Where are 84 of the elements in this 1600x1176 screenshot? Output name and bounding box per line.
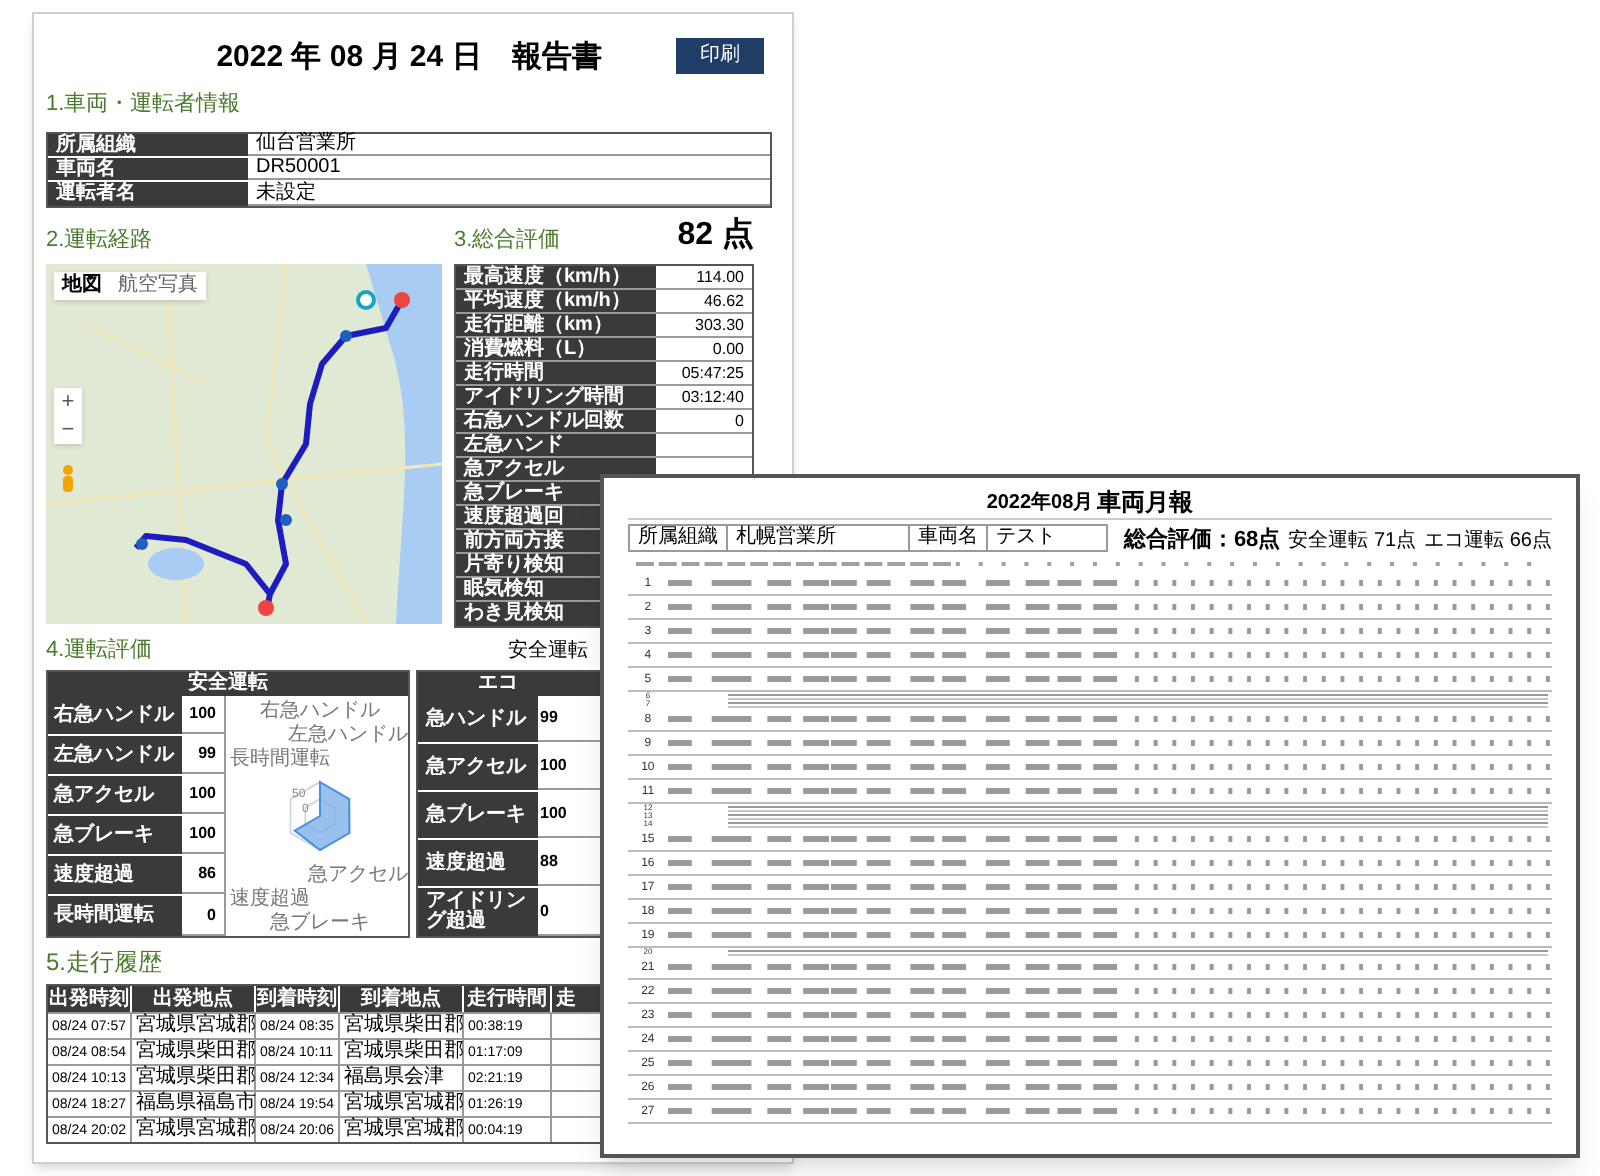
radar-axis-label: 急アクセル bbox=[308, 864, 408, 886]
total-score: 82 点 bbox=[677, 220, 754, 252]
table-header-cell: アイドリング超過 bbox=[418, 888, 538, 936]
table-cell: 99 bbox=[182, 736, 224, 774]
table-header-cell: 車両名 bbox=[48, 158, 248, 180]
table-header-cell: 平均速度（km/h） bbox=[456, 290, 656, 312]
table-header-cell: 消費燃料（L） bbox=[456, 338, 656, 360]
table-header-cell: 左急ハンド bbox=[456, 434, 656, 456]
table-cell-text: 0 bbox=[733, 410, 746, 432]
section-heading: 2.運転経路 bbox=[46, 226, 155, 252]
table-cell: 宮城県宮城郡 bbox=[132, 1014, 256, 1038]
chart-legend-label: 安全運転 bbox=[508, 642, 588, 662]
table-header-cell: アイドリング時間 bbox=[456, 386, 656, 408]
section-heading: 5.走行履歴 bbox=[46, 950, 163, 974]
table-cell: 宮城県宮城郡 bbox=[340, 1092, 464, 1116]
table-header-cell: 急ブレーキ bbox=[418, 792, 538, 838]
radar-axis-label: 長時間運転 bbox=[230, 748, 330, 770]
table-cell: 宮城県柴田郡 bbox=[132, 1040, 256, 1064]
table-header-cell: 所属組織 bbox=[48, 134, 248, 156]
table-header-cell: 速度超過 bbox=[418, 840, 538, 886]
table-cell-text: 0.00 bbox=[710, 338, 746, 360]
table-header-cell: 安全運転 bbox=[48, 672, 408, 696]
table-header-cell: 急アクセル bbox=[418, 744, 538, 790]
table-header-cell: 運転者名 bbox=[48, 182, 248, 206]
table-cell-text: 03:12:40 bbox=[679, 386, 746, 408]
table-header-cell: 最高速度（km/h） bbox=[456, 266, 656, 288]
eco-score: エコ運転 66点 bbox=[1424, 532, 1552, 552]
section-heading: 1.車両・運転者情報 bbox=[46, 94, 243, 116]
table-cell: 宮城県柴田郡 bbox=[340, 1014, 464, 1038]
table-header-cell: 走行時間 bbox=[456, 362, 656, 384]
table-cell-text: 05:47:25 bbox=[679, 362, 746, 384]
table-header-cell: 右急ハンドル回数 bbox=[456, 410, 656, 432]
table-cell: 100 bbox=[181, 696, 224, 734]
person-icon[interactable] bbox=[58, 464, 78, 492]
table-cell: DR50001 bbox=[248, 158, 770, 180]
table-cell: 福島県会津 bbox=[340, 1066, 464, 1090]
zoom-in-button[interactable]: + bbox=[54, 388, 82, 416]
table-cell: 福島県福島市 bbox=[132, 1092, 256, 1116]
table-cell: 宮城県柴田郡 bbox=[132, 1066, 256, 1090]
table-header-cell: 急アクセル bbox=[48, 776, 182, 814]
table-cell: 仙台営業所 bbox=[248, 134, 770, 156]
map-type-tab[interactable]: 地図 bbox=[54, 272, 110, 300]
total-score: 総合評価：68点 bbox=[1123, 530, 1281, 552]
section-heading: 4.運転評価 bbox=[46, 640, 155, 662]
table-cell: 宮城県宮城郡 bbox=[132, 1118, 256, 1142]
report-month: 2022年08月 bbox=[986, 494, 1094, 514]
column-header: 到着地点 bbox=[340, 986, 464, 1012]
table-cell: 未設定 bbox=[248, 182, 770, 206]
table-cell: 宮城県宮城郡 bbox=[340, 1118, 464, 1142]
zoom-out-button[interactable]: − bbox=[54, 416, 82, 444]
radar-axis-label: 急ブレーキ bbox=[270, 912, 370, 934]
table-header-cell: 車両名 bbox=[908, 526, 986, 550]
table-cell: テスト bbox=[986, 526, 1106, 550]
section-heading: 3.総合評価 bbox=[454, 230, 561, 252]
table-cell: 100 bbox=[181, 816, 224, 854]
table-cell: 86 bbox=[182, 856, 224, 894]
table-cell-text: 46.62 bbox=[701, 290, 746, 312]
table-header-cell: 所属組織 bbox=[630, 526, 728, 550]
print-button[interactable]: 印刷 bbox=[676, 38, 764, 74]
report-title: 車両月報 bbox=[1097, 490, 1194, 514]
radar-axis-label: 右急ハンドル bbox=[260, 700, 380, 722]
table-header-cell: 急ハンドル bbox=[418, 696, 538, 742]
table-cell-text: 札幌営業所 bbox=[734, 526, 838, 550]
table-header-cell: 速度超過 bbox=[48, 856, 182, 894]
table-header-cell: 走行距離（km） bbox=[456, 314, 656, 336]
table-cell-text: 114.00 bbox=[694, 266, 746, 288]
table-header-cell: 急ブレーキ bbox=[48, 816, 182, 854]
radar-axis-label: 速度超過 bbox=[230, 888, 310, 910]
table-cell-text: 303.30 bbox=[693, 314, 746, 336]
radar-axis-label: 左急ハンドル bbox=[288, 724, 408, 746]
column-header: 走行時間 bbox=[464, 986, 552, 1012]
table-cell: 宮城県柴田郡 bbox=[340, 1040, 464, 1064]
table-header-cell: 長時間運転 bbox=[48, 896, 182, 936]
safety-score: 安全運転 71点 bbox=[1288, 532, 1417, 552]
column-header: 出発時刻 bbox=[48, 986, 132, 1012]
table-header-cell: 左急ハンドル bbox=[48, 736, 182, 774]
table-cell: 100 bbox=[181, 776, 224, 814]
table-header-cell: 急アクセル bbox=[456, 458, 656, 480]
column-header: 到着時刻 bbox=[256, 986, 340, 1012]
report-title: 2022 年 08 月 24 日 報告書 bbox=[216, 41, 602, 71]
column-header: 出発地点 bbox=[132, 986, 256, 1012]
table-header-cell: 右急ハンドル bbox=[48, 696, 182, 734]
map-type-tab[interactable]: 航空写真 bbox=[110, 272, 206, 300]
table-cell: 0 bbox=[182, 896, 224, 936]
